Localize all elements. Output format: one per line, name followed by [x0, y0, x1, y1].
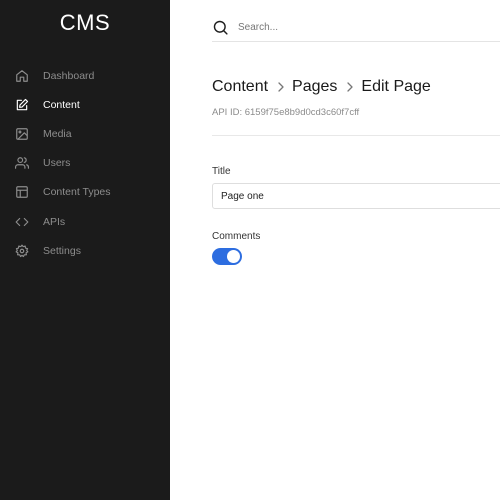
main-content: Content Pages Edit Page API ID: 6159f75e…: [170, 0, 500, 500]
sidebar-item-label: Content: [43, 98, 80, 111]
search-bar: [212, 14, 500, 42]
edit-icon: [15, 98, 29, 112]
comments-toggle[interactable]: [212, 248, 242, 265]
sidebar-item-label: Media: [43, 127, 72, 140]
sidebar-item-media[interactable]: Media: [0, 119, 170, 148]
title-label: Title: [212, 166, 231, 177]
search-icon[interactable]: [212, 19, 229, 36]
chevron-right-icon: [276, 81, 286, 93]
users-icon: [15, 156, 29, 170]
breadcrumb-pages[interactable]: Pages: [292, 78, 337, 96]
sidebar-item-label: Content Types: [43, 186, 111, 199]
layout-icon: [15, 185, 29, 199]
image-icon: [15, 127, 29, 141]
sidebar-item-label: Dashboard: [43, 69, 95, 82]
chevron-right-icon: [345, 81, 355, 93]
sidebar-item-settings[interactable]: Settings: [0, 236, 170, 265]
divider: [212, 135, 500, 136]
api-id-text: API ID: 6159f75e8b9d0cd3c60f7cff: [212, 107, 360, 118]
sidebar-nav: Dashboard Content Media Users Content Ty…: [0, 61, 170, 265]
sidebar: CMS Dashboard Content Media Users Conten…: [0, 0, 170, 500]
sidebar-item-content[interactable]: Content: [0, 90, 170, 119]
sidebar-item-label: Users: [43, 157, 71, 170]
sidebar-item-dashboard[interactable]: Dashboard: [0, 61, 170, 90]
comments-label: Comments: [212, 231, 261, 242]
home-icon: [15, 69, 29, 83]
breadcrumb-content[interactable]: Content: [212, 78, 268, 96]
sidebar-item-content-types[interactable]: Content Types: [0, 178, 170, 207]
code-icon: [15, 215, 29, 229]
sidebar-item-label: APIs: [43, 215, 66, 228]
search-input[interactable]: [238, 22, 458, 33]
breadcrumb-current-page: Edit Page: [361, 78, 431, 95]
sidebar-item-users[interactable]: Users: [0, 149, 170, 178]
toggle-knob: [227, 250, 240, 263]
breadcrumb: Content Pages Edit Page: [212, 78, 431, 96]
sidebar-item-apis[interactable]: APIs: [0, 207, 170, 236]
gear-icon: [15, 244, 29, 258]
brand-logo: CMS: [59, 10, 111, 35]
title-input[interactable]: [212, 183, 500, 209]
sidebar-item-label: Settings: [43, 244, 81, 257]
